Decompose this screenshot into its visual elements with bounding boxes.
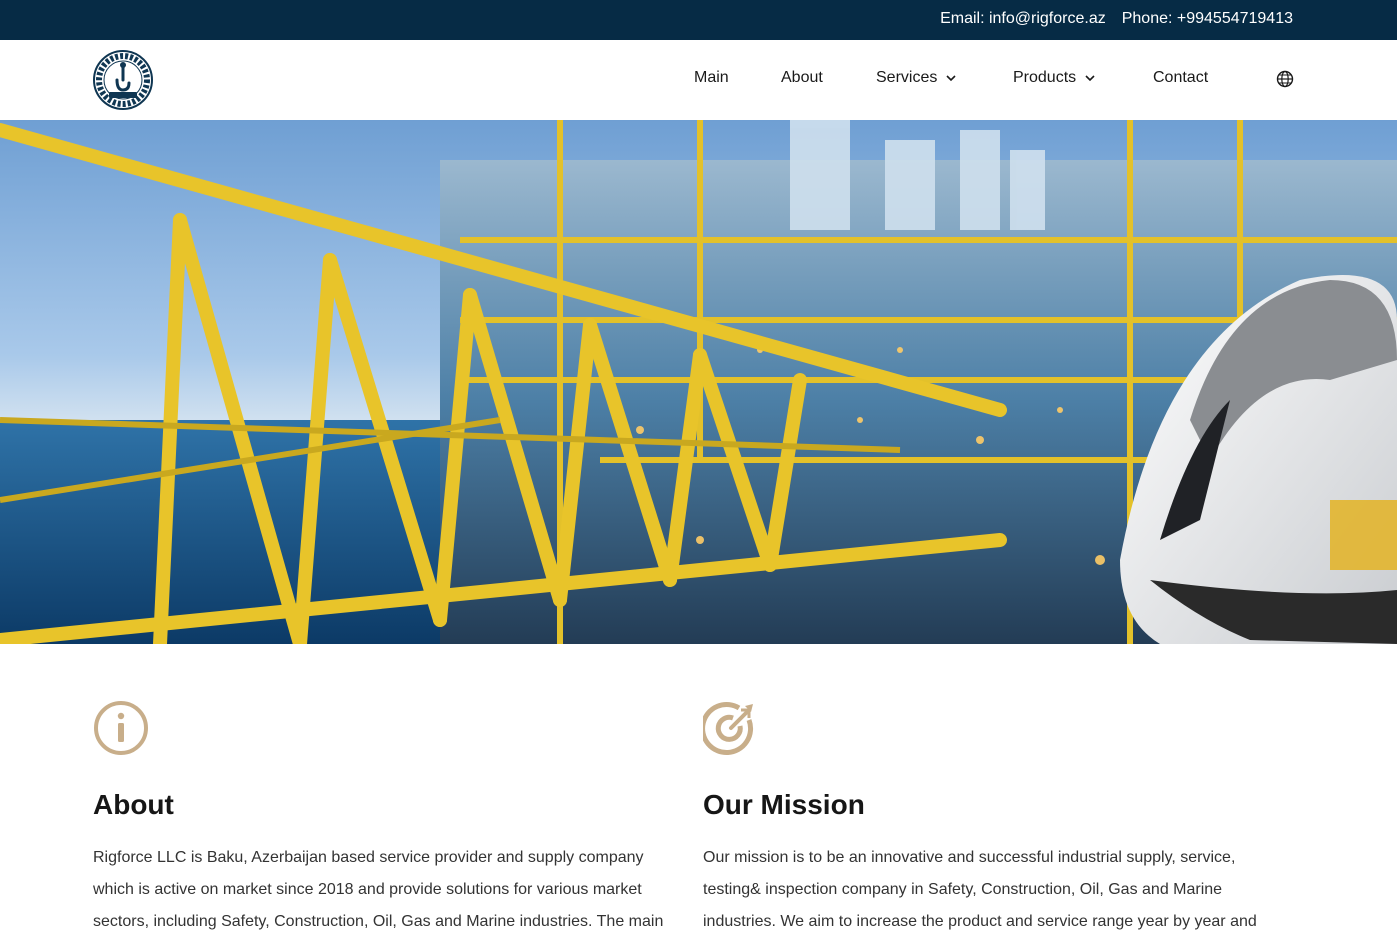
nav-item-products[interactable]: Products: [1013, 69, 1096, 87]
mission-section: Our Mission Our mission is to be an inno…: [700, 700, 1257, 930]
nav-item-contact[interactable]: Contact: [1153, 69, 1208, 87]
hero-image: [0, 120, 1397, 644]
chevron-down-icon: [946, 75, 956, 82]
about-text: Rigforce LLC is Baku, Azerbaijan based s…: [93, 849, 664, 930]
globe-icon[interactable]: [1276, 70, 1294, 88]
nav-label: Main: [694, 69, 729, 86]
target-icon: [700, 702, 754, 755]
nav-item-main[interactable]: Main: [694, 69, 729, 87]
nav-item-services[interactable]: Services: [876, 69, 957, 87]
main-navigation: Main About Services Products Contact: [0, 69, 1397, 91]
nav-item-about[interactable]: About: [781, 69, 823, 87]
about-section: About Rigforce LLC is Baku, Azerbaijan b…: [93, 700, 663, 930]
mission-title: Our Mission: [703, 789, 865, 820]
mission-text: Our mission is to be an innovative and s…: [703, 849, 1257, 930]
nav-label: Contact: [1153, 69, 1209, 86]
email-link[interactable]: Email: info@rigforce.az: [940, 10, 1106, 28]
top-contact-bar: Email: info@rigforce.az Phone: +99455471…: [0, 0, 1397, 40]
phone-link[interactable]: Phone: +994554719413: [1122, 10, 1293, 28]
nav-label: About: [781, 69, 823, 86]
nav-label: Products: [1013, 69, 1077, 86]
info-icon: [94, 701, 148, 755]
site-header: Main About Services Products Contact: [0, 40, 1397, 120]
about-title: About: [93, 789, 174, 820]
chevron-down-icon: [1085, 75, 1095, 82]
nav-label: Services: [876, 69, 938, 86]
contact-info: Email: info@rigforce.az Phone: +99455471…: [940, 10, 1293, 28]
